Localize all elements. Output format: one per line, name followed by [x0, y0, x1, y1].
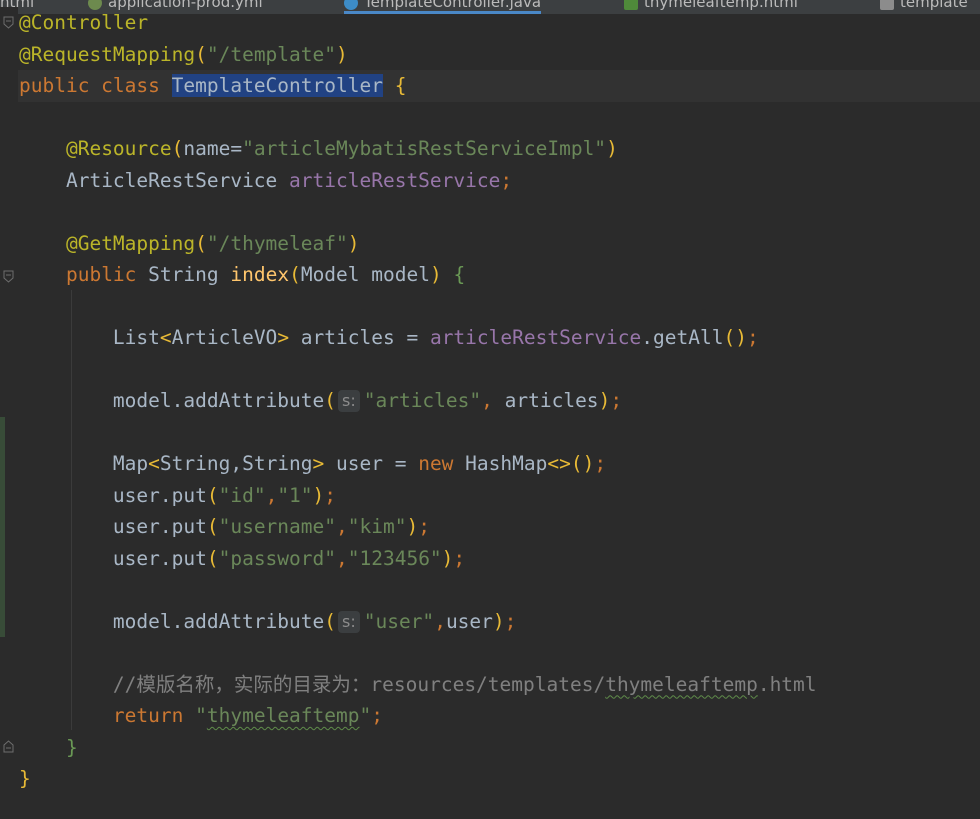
code-line-11: List<ArticleVO> articles = articleRestSe… [112, 326, 759, 349]
code-line-8: @GetMapping("/thymeleaf") [65, 231, 360, 255]
code-line-2: @RequestMapping("/template") [19, 42, 348, 66]
code-line-23: return "thymeleaftemp"; [112, 704, 383, 727]
editor-gutter [0, 7, 18, 819]
code-line-18: user.put("password","123456"); [112, 546, 466, 570]
code-line-3: public class TemplateController { [19, 74, 407, 97]
fold-icon[interactable] [3, 16, 14, 29]
code-line-24: } [65, 735, 78, 759]
selected-class-name: TemplateController [171, 74, 383, 97]
code-line-25: } [19, 767, 31, 790]
code-line-15: Map<String,String> user = new HashMap<>(… [112, 452, 607, 475]
code-line-5: @Resource(name="articleMybatisRestServic… [65, 137, 618, 160]
code-line-13: model.addAttribute(s: "articles", article… [112, 389, 623, 412]
parameter-hint: s: [338, 390, 360, 412]
code-line-9: public String index(Model model) { [65, 263, 466, 286]
code-line-6: ArticleRestService articleRestService; [65, 168, 513, 192]
code-line-22: //模版名称，实际的目录为：resources/templates/thymel… [112, 672, 817, 696]
fold-icon[interactable] [3, 740, 14, 753]
vcs-change-marker [0, 417, 5, 637]
parameter-hint: s: [338, 610, 360, 633]
code-line-17: user.put("username","kim"); [112, 515, 430, 538]
code-line-16: user.put("id","1"); [112, 483, 337, 507]
code-editor[interactable]: @Controller @RequestMapping("/template")… [0, 7, 980, 819]
code-line-20: model.addAttribute(s: "user",user); [112, 609, 517, 633]
code-line-1: @Controller [19, 11, 149, 34]
fold-icon[interactable] [3, 270, 14, 283]
